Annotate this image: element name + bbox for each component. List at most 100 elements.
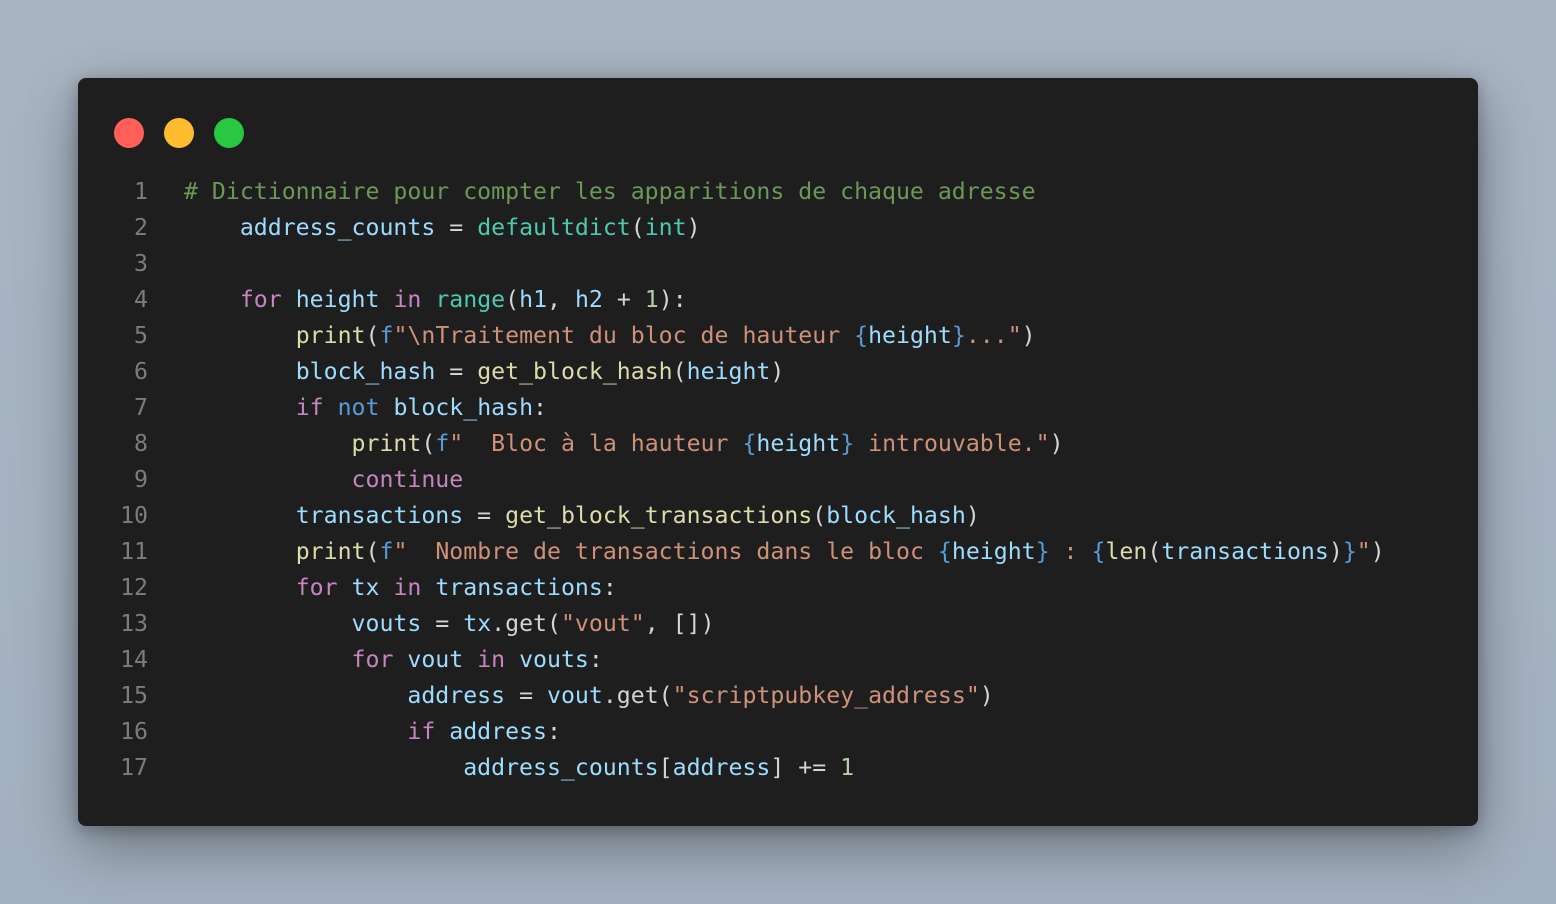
- code-token: address_counts: [239, 214, 436, 241]
- code-content: address_counts[address] += 1: [148, 750, 854, 786]
- code-token: }: [840, 430, 855, 457]
- code-token: h1: [519, 286, 548, 313]
- code-token: ): [770, 358, 785, 385]
- code-token: print: [351, 430, 422, 457]
- code-token: defaultdict: [477, 214, 631, 241]
- code-token: (: [1147, 538, 1162, 565]
- code-line: 4 for height in range(h1, h2 + 1):: [78, 282, 1478, 318]
- line-number: 6: [134, 358, 148, 385]
- code-token: "scriptpubkey_address": [672, 682, 980, 709]
- code-token: ): [1328, 538, 1343, 565]
- code-line: 15 address = vout.get("scriptpubkey_addr…: [78, 678, 1478, 714]
- code-content: block_hash = get_block_hash(height): [148, 354, 785, 390]
- code-token: print: [295, 538, 366, 565]
- code-token: f: [435, 430, 450, 457]
- code-token: block_hash: [295, 358, 436, 385]
- code-token: block_hash: [393, 394, 534, 421]
- line-number: 1: [134, 178, 148, 205]
- code-token: height: [951, 538, 1036, 565]
- code-token: ): [686, 214, 701, 241]
- code-token: (: [505, 286, 520, 313]
- code-token: (: [812, 502, 827, 529]
- code-content: for height in range(h1, h2 + 1):: [148, 282, 687, 318]
- line-number: 5: [134, 322, 148, 349]
- code-line: 14 for vout in vouts:: [78, 642, 1478, 678]
- code-token: 1: [840, 754, 855, 781]
- line-number: 7: [134, 394, 148, 421]
- line-number: 15: [120, 682, 148, 709]
- code-token: " Bloc à la hauteur: [449, 430, 743, 457]
- code-token: height: [686, 358, 771, 385]
- code-content: print(f"\nTraitement du bloc de hauteur …: [148, 318, 1036, 354]
- code-token: if: [407, 718, 436, 745]
- line-number: 4: [134, 286, 148, 313]
- line-number: 9: [134, 466, 148, 493]
- code-line: 1 # Dictionnaire pour compter les apparit…: [78, 174, 1478, 210]
- code-token: in: [393, 286, 422, 313]
- code-token: :: [588, 646, 603, 673]
- code-token: }: [1035, 538, 1050, 565]
- code-token: .get(: [491, 610, 561, 637]
- code-content: if not block_hash:: [148, 390, 547, 426]
- code-token: ):: [658, 286, 687, 313]
- code-content: [148, 246, 184, 282]
- line-number: 3: [134, 250, 148, 277]
- minimize-button[interactable]: [164, 118, 194, 148]
- code-token: "vout": [560, 610, 645, 637]
- code-line: 10 transactions = get_block_transactions…: [78, 498, 1478, 534]
- close-button[interactable]: [114, 118, 144, 148]
- code-token: address: [672, 754, 771, 781]
- code-token: # Dictionnaire pour compter les appariti…: [184, 178, 1036, 205]
- code-token: if: [295, 394, 324, 421]
- code-editor: 1 # Dictionnaire pour compter les apparit…: [78, 174, 1478, 786]
- code-content: address_counts = defaultdict(int): [148, 210, 701, 246]
- code-token: =: [421, 610, 464, 637]
- code-token: " Nombre de transactions dans le bloc: [393, 538, 938, 565]
- code-token: vout: [547, 682, 603, 709]
- maximize-button[interactable]: [214, 118, 244, 148]
- code-content: address = vout.get("scriptpubkey_address…: [148, 678, 993, 714]
- code-token: len: [1105, 538, 1148, 565]
- code-token: in: [393, 574, 422, 601]
- code-content: # Dictionnaire pour compter les appariti…: [148, 174, 1036, 210]
- code-token: not: [337, 394, 380, 421]
- code-token: 1: [644, 286, 659, 313]
- code-content: if address:: [148, 714, 561, 750]
- code-token: tx: [351, 574, 380, 601]
- code-token: h2: [574, 286, 603, 313]
- code-line: 8 print(f" Bloc à la hauteur {height} in…: [78, 426, 1478, 462]
- code-line: 5 print(f"\nTraitement du bloc de hauteu…: [78, 318, 1478, 354]
- line-number: 8: [134, 430, 148, 457]
- code-token: "\nTraitement du bloc de hauteur: [393, 322, 855, 349]
- code-token: get_block_hash: [477, 358, 673, 385]
- code-content: print(f" Bloc à la hauteur {height} intr…: [148, 426, 1064, 462]
- code-token: for: [295, 574, 338, 601]
- code-token: =: [505, 682, 547, 709]
- code-token: {: [1091, 538, 1106, 565]
- code-token: height: [868, 322, 952, 349]
- code-token: get_block_transactions: [505, 502, 813, 529]
- line-number: 12: [120, 574, 148, 601]
- code-token: for: [351, 646, 394, 673]
- code-token: ): [1021, 322, 1036, 349]
- code-token: f: [379, 538, 394, 565]
- code-token: f: [379, 322, 394, 349]
- code-token: range: [435, 286, 506, 313]
- code-token: =: [435, 214, 478, 241]
- code-token: vouts: [351, 610, 422, 637]
- code-token: =: [435, 358, 478, 385]
